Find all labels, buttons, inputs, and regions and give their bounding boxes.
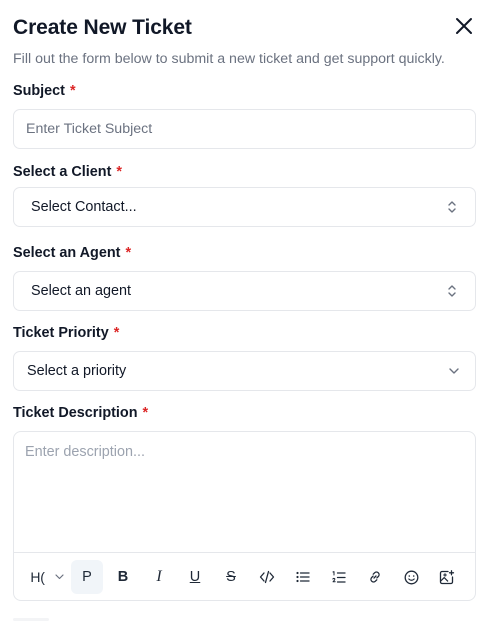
numbered-list-icon	[332, 570, 346, 583]
client-label-text: Select a Client	[13, 164, 112, 180]
strikethrough-button[interactable]: S	[217, 560, 245, 594]
client-select[interactable]: Select Contact...	[13, 187, 476, 227]
link-button[interactable]	[361, 560, 389, 594]
agent-select-value: Select an agent	[31, 283, 132, 299]
subject-field[interactable]	[13, 109, 476, 149]
link-icon	[370, 571, 380, 583]
bullet-list-button[interactable]	[289, 560, 317, 594]
emoji-button[interactable]	[397, 560, 425, 594]
heading-dropdown[interactable]: H(	[22, 560, 72, 594]
bullet-list-icon	[296, 571, 310, 583]
italic-icon: I	[156, 568, 162, 585]
paragraph-icon: P	[82, 569, 92, 585]
create-ticket-modal: Create New Ticket Fill out the form belo…	[0, 0, 486, 621]
close-button[interactable]	[451, 13, 477, 39]
editor-divider	[14, 552, 475, 553]
priority-select-value: Select a priority	[27, 363, 127, 379]
priority-select[interactable]: Select a priority	[13, 351, 476, 391]
description-editor: Enter description... H( P B I U S	[13, 431, 476, 601]
required-asterisk: *	[116, 164, 122, 180]
required-asterisk: *	[142, 405, 149, 421]
agent-select[interactable]: Select an agent	[13, 271, 476, 311]
client-select-value: Select Contact...	[31, 199, 137, 215]
description-label: Ticket Description *	[13, 405, 148, 421]
code-icon	[259, 570, 275, 584]
agent-label: Select an Agent *	[13, 245, 131, 261]
chevrons-up-down-icon	[446, 284, 458, 298]
italic-button[interactable]: I	[145, 560, 173, 594]
image-plus-icon	[439, 569, 455, 584]
required-asterisk: *	[69, 83, 76, 99]
priority-label-text: Ticket Priority	[13, 325, 109, 341]
description-label-text: Ticket Description	[13, 405, 138, 421]
heading-dropdown-label: H(	[30, 569, 45, 585]
chevron-down-icon	[54, 574, 64, 580]
underline-icon: U	[189, 569, 201, 585]
required-asterisk: *	[113, 325, 120, 341]
agent-label-text: Select an Agent	[13, 245, 121, 261]
numbered-list-button[interactable]	[325, 560, 353, 594]
modal-title: Create New Ticket	[13, 16, 192, 39]
underline-button[interactable]: U	[181, 560, 209, 594]
close-icon	[456, 18, 472, 34]
next-field-label-cutoff	[13, 612, 73, 621]
modal-subtitle: Fill out the form below to submit a new …	[13, 51, 445, 67]
insert-image-button[interactable]	[433, 560, 461, 594]
editor-toolbar: H( P B I U S	[14, 560, 475, 594]
bold-icon: B	[117, 569, 129, 585]
chevrons-up-down-icon	[446, 200, 458, 214]
description-textarea[interactable]: Enter description...	[14, 432, 475, 552]
subject-input[interactable]	[14, 110, 475, 148]
subject-label-text: Subject	[13, 83, 65, 99]
smiley-icon	[404, 570, 418, 584]
priority-label: Ticket Priority *	[13, 325, 119, 341]
bold-button[interactable]: B	[109, 560, 137, 594]
chevron-down-icon	[448, 367, 460, 375]
client-label: Select a Client *	[13, 164, 122, 180]
strikethrough-icon: S	[226, 569, 236, 585]
paragraph-button[interactable]: P	[71, 560, 103, 594]
required-asterisk: *	[125, 245, 132, 261]
subject-label: Subject *	[13, 83, 76, 99]
code-button[interactable]	[253, 560, 281, 594]
